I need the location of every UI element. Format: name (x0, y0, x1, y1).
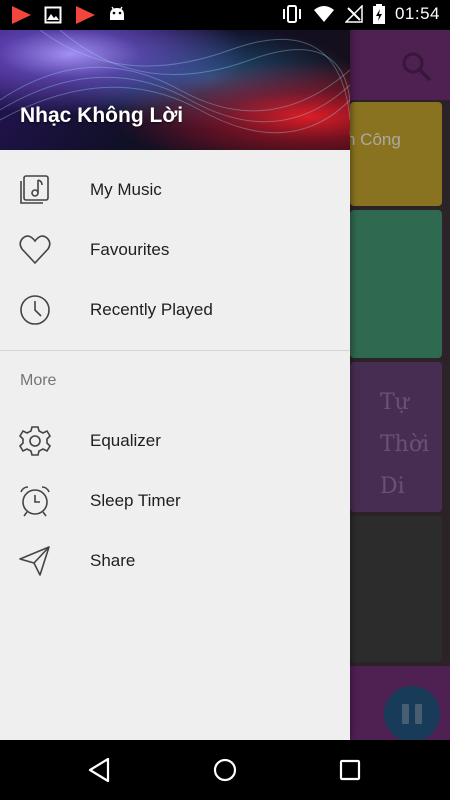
image-icon (44, 6, 62, 24)
drawer-scrim[interactable] (350, 30, 450, 740)
wifi-icon (313, 6, 334, 22)
system-nav-bar (0, 740, 450, 800)
menu-label: Favourites (90, 240, 170, 259)
navigation-drawer: Nhạc Không Lời My Music Favourites Recen… (0, 30, 350, 740)
clock: 01:54 (394, 4, 440, 23)
drawer-divider (0, 350, 350, 351)
home-icon[interactable] (209, 754, 241, 786)
youtube-icon (76, 6, 95, 24)
menu-label: Recently Played (90, 300, 213, 319)
clock-icon (20, 295, 50, 325)
status-bar: 01:54 (0, 0, 450, 30)
alarm-clock-icon (20, 486, 50, 517)
menu-item-equalizer[interactable]: Equalizer (0, 411, 350, 471)
heart-icon (19, 235, 51, 265)
menu-item-recently-played[interactable]: Recently Played (0, 280, 350, 340)
drawer-header: Nhạc Không Lời (0, 30, 350, 150)
battery-charging-icon (372, 4, 385, 24)
gear-icon (18, 426, 52, 456)
menu-item-sleep-timer[interactable]: Sleep Timer (0, 471, 350, 531)
vibrate-icon (282, 5, 301, 23)
notification-icons (10, 5, 126, 25)
menu-label: Equalizer (90, 431, 161, 450)
header-artwork (0, 30, 350, 135)
recent-apps-icon[interactable] (334, 754, 366, 786)
no-signal-icon (344, 5, 363, 23)
menu-label: Share (90, 551, 136, 570)
section-title: More (20, 372, 57, 389)
system-icons: 01:54 (281, 4, 440, 24)
music-library-icon (20, 175, 49, 204)
menu-label: Sleep Timer (90, 491, 181, 510)
menu-label: My Music (90, 180, 162, 199)
menu-item-favourites[interactable]: Favourites (0, 220, 350, 280)
youtube-icon (12, 6, 31, 24)
menu-item-my-music[interactable]: My Music (0, 160, 350, 220)
menu-item-share[interactable]: Share (0, 531, 350, 591)
android-icon (110, 6, 124, 20)
back-icon[interactable] (84, 754, 116, 786)
send-icon (19, 546, 50, 576)
drawer-title: Nhạc Không Lời (20, 104, 184, 127)
